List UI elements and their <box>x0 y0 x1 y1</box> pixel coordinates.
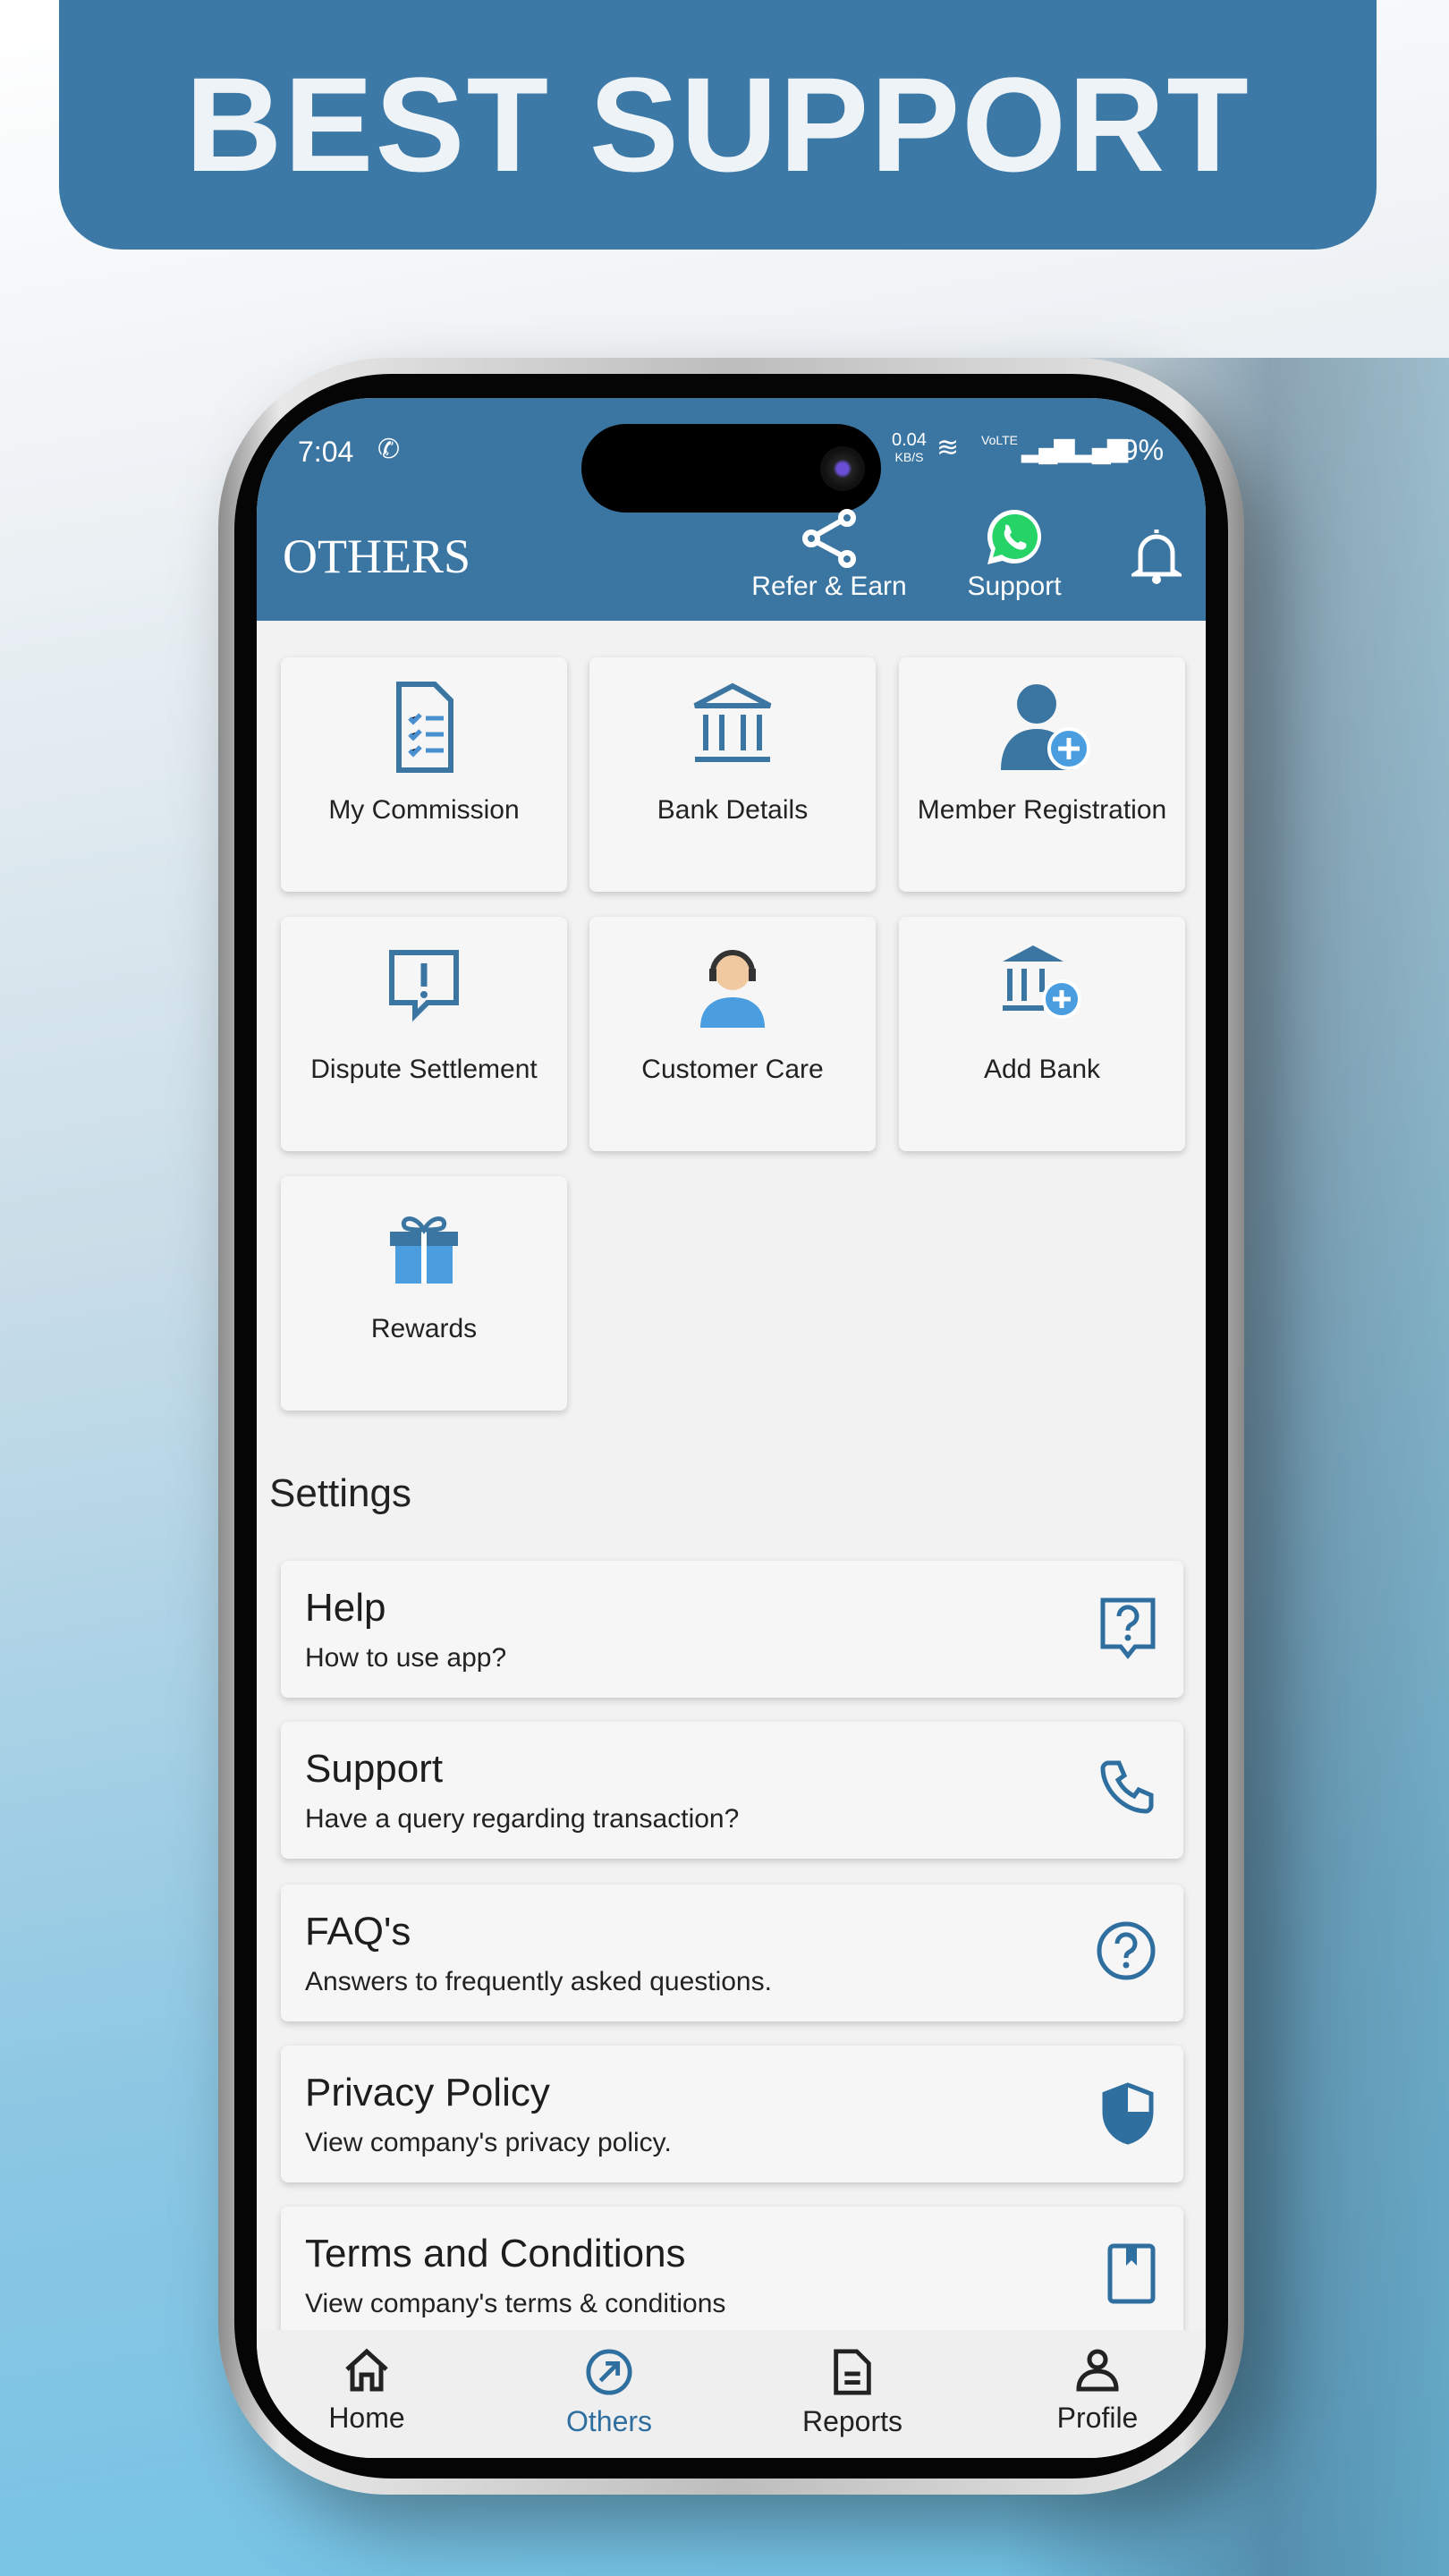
refer-earn-label: Refer & Earn <box>751 572 907 601</box>
item-subtitle: Answers to frequently asked questions. <box>305 1967 772 1996</box>
notification-bell-icon[interactable] <box>1131 526 1182 585</box>
banner-title: BEST SUPPORT <box>185 49 1250 199</box>
alert-message-icon <box>389 950 459 1022</box>
nav-label: Home <box>328 2402 405 2434</box>
battery-level: 49% <box>1106 434 1165 466</box>
phone-icon <box>1100 1760 1154 1814</box>
settings-item-support[interactable]: Support Have a query regarding transacti… <box>281 1722 1183 1859</box>
item-subtitle: View company's terms & conditions <box>305 2289 726 2318</box>
grid-bank-details[interactable]: Bank Details <box>589 657 876 892</box>
help-message-icon <box>1100 1597 1156 1660</box>
app-screen: 7:04 ✆ 0.04 KB/S ≋ VoLTE ▂▄▆ ▂▄▆ 49% OTHE… <box>257 398 1206 2458</box>
grid-dispute-settlement[interactable]: Dispute Settlement <box>281 917 567 1151</box>
item-subtitle: How to use app? <box>305 1643 507 1673</box>
item-subtitle: View company's privacy policy. <box>305 2128 672 2157</box>
book-icon <box>1107 2243 1156 2304</box>
headset-agent-icon <box>700 950 765 1028</box>
card-label: Customer Care <box>641 1055 824 1084</box>
item-title: FAQ's <box>305 1910 411 1953</box>
bank-icon <box>693 682 772 762</box>
add-user-icon <box>1001 684 1090 770</box>
item-subtitle: Have a query regarding transaction? <box>305 1804 740 1834</box>
dynamic-island <box>581 424 881 513</box>
settings-item-help[interactable]: Help How to use app? <box>281 1561 1183 1698</box>
call-icon: ✆ <box>377 435 401 464</box>
item-title: Help <box>305 1586 386 1630</box>
document-icon <box>834 2349 871 2395</box>
nav-label: Profile <box>1056 2402 1139 2434</box>
card-label: My Commission <box>328 795 520 825</box>
grid-add-bank[interactable]: Add Bank <box>899 917 1185 1151</box>
question-circle-icon <box>1097 1921 1156 1980</box>
nav-reports[interactable]: Reports <box>763 2348 942 2438</box>
gift-icon <box>390 1216 458 1284</box>
promo-banner: BEST SUPPORT <box>59 0 1377 250</box>
card-label: Member Registration <box>917 795 1167 825</box>
support-label: Support <box>967 572 1062 601</box>
page-title: OTHERS <box>283 530 471 583</box>
status-time: 7:04 <box>298 436 354 468</box>
settings-item-faqs[interactable]: FAQ's Answers to frequently asked questi… <box>281 1885 1183 2021</box>
settings-item-terms[interactable]: Terms and Conditions View company's term… <box>281 2207 1183 2343</box>
card-label: Dispute Settlement <box>310 1055 538 1084</box>
net-speed-value: 0.04 <box>892 430 927 450</box>
user-icon <box>1076 2349 1119 2392</box>
volte-icon: VoLTE <box>981 433 1018 447</box>
checklist-document-icon <box>396 682 453 773</box>
card-label: Rewards <box>370 1314 478 1343</box>
refer-earn-button[interactable]: Refer & Earn <box>740 509 919 602</box>
card-label: Bank Details <box>657 795 809 825</box>
add-bank-icon <box>1003 945 1081 1019</box>
share-icon <box>802 509 856 568</box>
nav-home[interactable]: Home <box>277 2348 456 2435</box>
nav-others[interactable]: Others <box>520 2348 699 2438</box>
item-title: Support <box>305 1747 444 1791</box>
camera-icon <box>820 446 865 491</box>
arrow-circle-icon <box>586 2349 632 2395</box>
nav-profile[interactable]: Profile <box>1008 2348 1187 2435</box>
item-title: Terms and Conditions <box>305 2232 686 2275</box>
home-icon <box>345 2348 388 2392</box>
grid-my-commission[interactable]: My Commission <box>281 657 567 892</box>
support-whatsapp-button[interactable]: Support <box>925 507 1104 602</box>
app-header: 7:04 ✆ 0.04 KB/S ≋ VoLTE ▂▄▆ ▂▄▆ 49% OTHE… <box>257 398 1206 621</box>
bottom-nav: Home Others Reports Profile <box>257 2330 1206 2458</box>
net-speed: 0.04 KB/S <box>892 430 927 465</box>
shield-icon <box>1102 2082 1154 2145</box>
settings-item-privacy-policy[interactable]: Privacy Policy View company's privacy po… <box>281 2046 1183 2182</box>
net-speed-unit: KB/S <box>894 450 924 464</box>
settings-heading: Settings <box>269 1471 411 1515</box>
whatsapp-icon <box>987 509 1042 564</box>
item-title: Privacy Policy <box>305 2071 550 2114</box>
nav-label: Others <box>565 2405 653 2437</box>
card-label: Add Bank <box>983 1055 1101 1084</box>
wifi-icon: ≋ <box>936 433 960 462</box>
grid-member-registration[interactable]: Member Registration <box>899 657 1185 892</box>
grid-rewards[interactable]: Rewards <box>281 1176 567 1411</box>
nav-label: Reports <box>801 2405 903 2437</box>
grid-customer-care[interactable]: Customer Care <box>589 917 876 1151</box>
